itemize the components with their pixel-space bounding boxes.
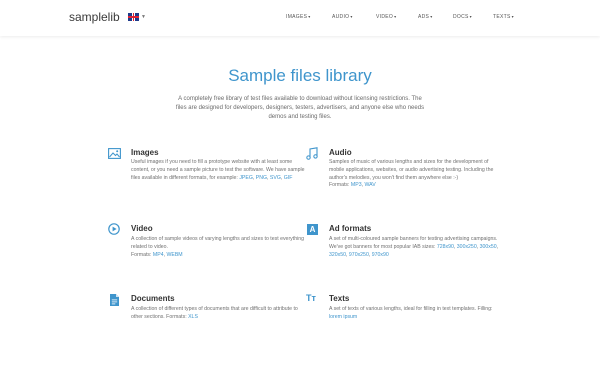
section-title-ads[interactable]: Ad formats	[329, 224, 371, 233]
chevron-down-icon[interactable]: ▼	[141, 14, 146, 20]
link-mp4[interactable]: MP4	[153, 252, 164, 258]
link-png[interactable]: PNG	[256, 175, 267, 181]
link-mp3[interactable]: MP3	[351, 182, 362, 188]
nav-label: DOCS	[453, 14, 469, 20]
site-logo[interactable]: samplelib	[69, 10, 120, 24]
nav-label: IMAGES	[286, 14, 308, 20]
section-text: A set of texts of various lengths, ideal…	[329, 306, 493, 312]
link-970x250[interactable]: 970x250	[349, 252, 369, 258]
page-title: Sample files library	[228, 66, 372, 85]
section-title-images[interactable]: Images	[131, 148, 159, 157]
uk-flag-icon[interactable]	[128, 13, 139, 21]
play-circle-icon	[108, 223, 120, 235]
section-title-audio[interactable]: Audio	[329, 148, 352, 157]
link-wav[interactable]: WAV	[364, 182, 375, 188]
link-xls[interactable]: XLS	[188, 314, 198, 320]
chevron-down-icon: ▾	[430, 14, 433, 19]
link-gif[interactable]: GIF	[284, 175, 293, 181]
link-300x250[interactable]: 300x250	[457, 244, 477, 250]
nav-item-texts[interactable]: TEXTS▾	[493, 14, 514, 20]
nav-item-images[interactable]: IMAGES▾	[286, 14, 311, 20]
section-desc-texts: A set of texts of various lengths, ideal…	[329, 306, 504, 322]
link-lorem-ipsum[interactable]: lorem ipsum	[329, 314, 357, 320]
nav-label: AUDIO	[332, 14, 350, 20]
document-icon	[110, 294, 119, 306]
image-icon	[108, 148, 121, 159]
nav-label: ADS	[418, 14, 430, 20]
chevron-down-icon: ▾	[394, 14, 397, 19]
section-title-texts[interactable]: Texts	[329, 294, 349, 303]
section-title-docs[interactable]: Documents	[131, 294, 175, 303]
section-title-video[interactable]: Video	[131, 224, 153, 233]
section-desc-video: A collection of sample videos of varying…	[131, 236, 305, 258]
nav-item-docs[interactable]: DOCS▾	[453, 14, 472, 20]
chevron-down-icon: ▾	[511, 14, 514, 19]
page-description: A completely free library of test files …	[175, 96, 425, 120]
section-desc-ads: A set of multi-coloured sample banners f…	[329, 236, 499, 258]
link-webm[interactable]: WEBM	[166, 252, 182, 258]
nav-label: TEXTS	[493, 14, 511, 20]
text-size-icon: Tт	[306, 293, 316, 303]
nav-item-ads[interactable]: ADS▾	[418, 14, 433, 20]
formats-label: Formats:	[329, 182, 351, 189]
section-text: Samples of music of various lengths and …	[329, 159, 494, 181]
section-desc-images: Useful images if you need to fill a prot…	[131, 159, 305, 181]
formats-label: Formats:	[131, 251, 153, 258]
chevron-down-icon: ▾	[350, 14, 353, 19]
section-text: A collection of different types of docum…	[131, 306, 298, 320]
chevron-down-icon: ▾	[469, 14, 472, 19]
link-728x90[interactable]: 728x90	[437, 244, 454, 250]
link-300x50[interactable]: 300x50	[480, 244, 497, 250]
section-desc-audio: Samples of music of various lengths and …	[329, 159, 494, 189]
chevron-down-icon: ▾	[308, 14, 311, 19]
link-320x50[interactable]: 320x50	[329, 252, 346, 258]
section-text: A collection of sample videos of varying…	[131, 236, 305, 250]
link-970x90[interactable]: 970x90	[372, 252, 389, 258]
nav-item-audio[interactable]: AUDIO▾	[332, 14, 353, 20]
music-note-icon	[306, 147, 318, 160]
nav-label: VIDEO	[376, 14, 394, 20]
top-navbar: samplelib ▼ IMAGES▾ AUDIO▾ VIDEO▾ ADS▾ D…	[0, 0, 600, 36]
link-svg[interactable]: SVG	[270, 175, 281, 181]
link-jpeg[interactable]: JPEG	[239, 175, 253, 181]
nav-item-video[interactable]: VIDEO▾	[376, 14, 396, 20]
ad-icon: A	[307, 224, 318, 235]
section-desc-docs: A collection of different types of docum…	[131, 306, 306, 322]
